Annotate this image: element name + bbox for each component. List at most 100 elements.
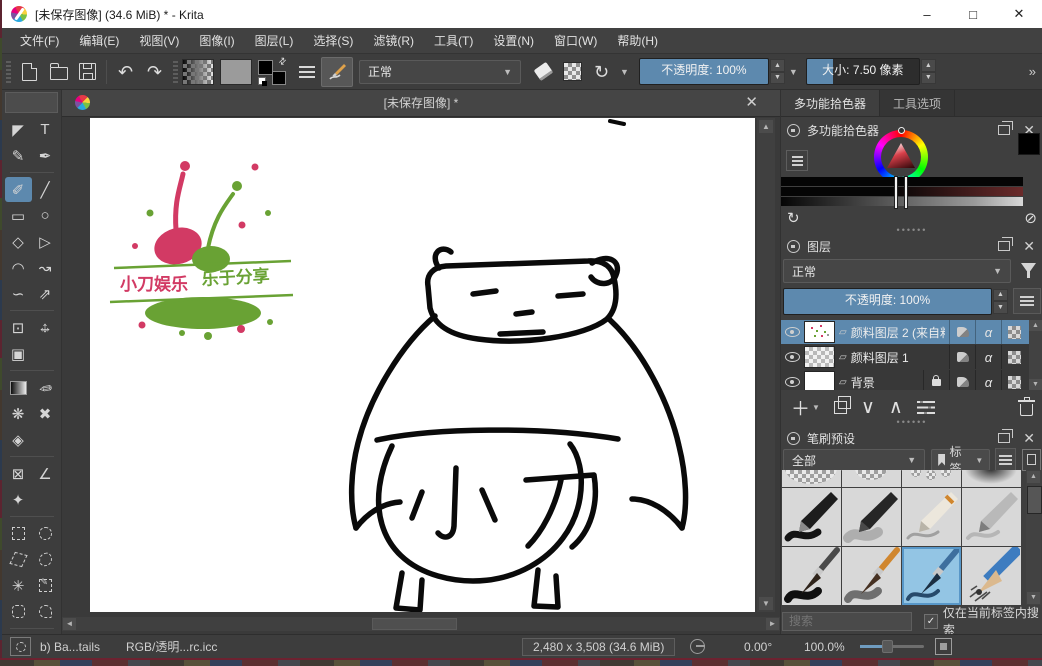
hue-handle[interactable]	[898, 127, 905, 134]
layer-row[interactable]: ▱背景α	[781, 370, 1042, 390]
layer-row[interactable]: ▱颜料图层 1α	[781, 345, 1042, 369]
document-close-icon[interactable]: ✕	[745, 93, 758, 111]
layer-thumbnail[interactable]	[804, 321, 835, 343]
scroll-down-icon[interactable]: ▼	[759, 597, 773, 610]
close-docker-icon[interactable]: ✕	[1023, 239, 1035, 253]
menu-file[interactable]: 文件(F)	[10, 29, 69, 52]
dock-tab-tool-options[interactable]: 工具选项	[880, 90, 955, 116]
gradient-tool[interactable]	[5, 375, 32, 400]
gradient-chooser-swatch[interactable]	[182, 59, 214, 85]
preset-filter-combo[interactable]: 全部 ▼	[783, 449, 925, 471]
dynamic-brush-tool[interactable]: ∽	[5, 281, 32, 306]
swap-colors-icon[interactable]: ⇄	[277, 54, 290, 67]
inherit-alpha-icon[interactable]	[949, 345, 975, 369]
preserve-alpha-button[interactable]	[558, 57, 587, 87]
bar-handle[interactable]	[895, 177, 897, 208]
assistants-tool[interactable]: ⊠	[5, 461, 32, 486]
float-docker-icon[interactable]	[998, 125, 1010, 135]
brush-preset-paintbrush-dark[interactable]	[782, 547, 841, 605]
scroll-up-icon[interactable]: ▲	[1029, 320, 1042, 331]
ellipse-tool[interactable]: ○	[32, 203, 59, 228]
alpha-channel-icon[interactable]	[1001, 320, 1027, 344]
bezier-curve-tool[interactable]: ◠	[5, 255, 32, 280]
inherit-alpha-icon[interactable]	[949, 370, 975, 390]
layer-thumbnail[interactable]	[804, 371, 835, 390]
menu-edit[interactable]: 编辑(E)	[69, 29, 129, 52]
layer-list-scrollbar[interactable]: ▲▼	[1029, 320, 1042, 390]
selection-display-button[interactable]	[10, 635, 31, 658]
color-profile-label[interactable]: RGB/透明...rc.icc	[126, 635, 217, 658]
toolbar-overflow-button[interactable]: »	[1029, 64, 1036, 79]
magnetic-selection-tool[interactable]	[32, 599, 59, 624]
fill-tool[interactable]: ◈	[5, 427, 32, 452]
scroll-up-icon[interactable]: ▲	[759, 120, 773, 133]
scroll-down-icon[interactable]: ▼	[1029, 379, 1042, 390]
delete-layer-button[interactable]	[1020, 399, 1033, 416]
open-document-button[interactable]	[44, 57, 73, 87]
add-layer-button[interactable]: ＋▼	[791, 394, 820, 421]
foreground-background-colors[interactable]: ⇄	[258, 59, 286, 85]
layer-visibility-icon[interactable]	[785, 377, 800, 387]
new-document-button[interactable]	[15, 57, 44, 87]
measure-tool[interactable]: ∠	[32, 461, 59, 486]
layer-name[interactable]: 颜料图层 2 (来自粘贴)	[851, 324, 945, 341]
reset-colors-icon[interactable]	[258, 77, 266, 85]
eraser-mode-button[interactable]	[529, 57, 558, 87]
canvas-horizontal-scrollbar[interactable]: ◄ ►	[62, 617, 780, 631]
spin-up-icon[interactable]: ▲	[770, 59, 785, 72]
fit-to-view-button[interactable]	[935, 635, 952, 658]
edit-shapes-tool[interactable]: ✎	[5, 143, 32, 168]
minimize-button[interactable]: –	[904, 0, 950, 28]
brush-preset-eraser-large[interactable]	[782, 470, 841, 487]
spin-up-icon[interactable]: ▲	[921, 59, 936, 72]
brush-size-slider[interactable]: 大小: 7.50 像素	[806, 58, 920, 85]
refresh-icon[interactable]: ↻	[787, 211, 800, 226]
preset-search-input[interactable]	[782, 612, 912, 631]
brush-preset-fineliner-cream[interactable]	[902, 488, 961, 546]
freehand-brush-tool[interactable]: ✐	[5, 177, 32, 202]
canvas-rotation-icon[interactable]	[690, 635, 705, 658]
freehand-selection-tool[interactable]	[32, 547, 59, 572]
menu-select[interactable]: 选择(S)	[303, 29, 363, 52]
layer-visibility-icon[interactable]	[785, 352, 800, 362]
toolbar-grip[interactable]	[6, 61, 11, 83]
scroll-up-icon[interactable]: ▲	[1027, 471, 1040, 483]
chevron-down-icon[interactable]: ▼	[789, 67, 798, 77]
calligraphy-tool[interactable]: ✒	[32, 143, 59, 168]
layer-opacity-slider[interactable]: 不透明度: 100%	[783, 288, 992, 315]
no-color-icon[interactable]: ⊘	[1024, 211, 1037, 226]
scroll-left-icon[interactable]: ◄	[63, 618, 76, 630]
horizontal-scroll-thumb[interactable]	[372, 618, 457, 630]
layer-opacity-spinner[interactable]: ▲▼	[993, 289, 1008, 314]
transform-tool[interactable]: ⊡	[5, 315, 32, 340]
contiguous-selection-tool[interactable]	[32, 573, 59, 598]
alpha-lock-icon[interactable]: α	[975, 320, 1001, 344]
menu-filter[interactable]: 滤镜(R)	[363, 29, 424, 52]
smart-patch-tool[interactable]: ❋	[5, 401, 32, 426]
zoom-slider-knob[interactable]	[882, 640, 893, 653]
color-selector-settings-button[interactable]	[786, 150, 808, 171]
multibrush-tool[interactable]: ⇗	[32, 281, 59, 306]
line-tool[interactable]: ╱	[32, 177, 59, 202]
text-tool[interactable]: T	[32, 117, 59, 142]
preset-scroll-thumb[interactable]	[1027, 486, 1042, 514]
duplicate-layer-button[interactable]	[834, 401, 847, 414]
preset-scrollbar[interactable]: ▲ ▼	[1026, 470, 1041, 605]
spin-down-icon[interactable]: ▼	[993, 301, 1008, 314]
spin-down-icon[interactable]: ▼	[921, 72, 936, 85]
menu-help[interactable]: 帮助(H)	[607, 29, 668, 52]
docker-lock-icon[interactable]	[787, 240, 800, 253]
preset-menu-button[interactable]	[995, 448, 1016, 472]
alpha-lock-icon[interactable]: α	[975, 370, 1001, 390]
foreground-color-swatch[interactable]	[258, 60, 273, 75]
brush-editor-button[interactable]	[321, 57, 353, 87]
layer-properties-button[interactable]	[917, 401, 935, 414]
menu-window[interactable]: 窗口(W)	[544, 29, 607, 52]
workspace-chooser-button[interactable]	[292, 57, 321, 87]
similar-color-selection-tool[interactable]: ✳	[5, 573, 32, 598]
bezier-selection-tool[interactable]	[5, 599, 32, 624]
docker-lock-icon[interactable]	[787, 432, 800, 445]
opacity-spinner[interactable]: ▲▼	[770, 59, 785, 84]
float-docker-icon[interactable]	[998, 433, 1010, 443]
spin-up-icon[interactable]: ▲	[993, 289, 1008, 302]
